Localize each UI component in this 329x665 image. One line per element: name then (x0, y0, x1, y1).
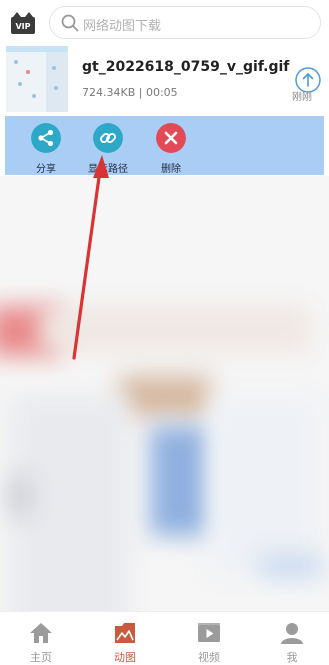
delete-label: 删除 (161, 164, 181, 175)
blurred-content-area (0, 176, 329, 611)
file-thumbnail[interactable] (6, 46, 68, 112)
delete-button[interactable]: 删除 (141, 123, 201, 175)
show-path-label: 显示路径 (88, 164, 128, 175)
share-button[interactable]: 分享 (16, 123, 76, 175)
nav-gif-label: 动图 (114, 651, 136, 664)
nav-me[interactable]: 我 (262, 616, 322, 664)
nav-me-label: 我 (286, 651, 298, 664)
nav-video-label: 视频 (198, 651, 220, 664)
nav-home-label: 主页 (30, 651, 52, 664)
vip-icon[interactable]: VIP (10, 10, 36, 36)
svg-text:VIP: VIP (15, 22, 30, 31)
search-bar[interactable]: 网络动图下载 (49, 6, 321, 39)
nav-home[interactable]: 主页 (11, 616, 71, 664)
share-label: 分享 (36, 164, 56, 175)
nav-gif[interactable]: 动图 (95, 616, 155, 664)
file-name: gt_2022618_0759_v_gif.gif (82, 59, 290, 75)
image-gallery-icon (115, 623, 135, 643)
file-meta: 724.34KB | 00:05 (82, 86, 178, 99)
share-icon (31, 123, 61, 153)
show-path-button[interactable]: 显示路径 (78, 123, 138, 175)
nav-video[interactable]: 视频 (179, 616, 239, 664)
modified-time: 刚刚 (292, 92, 312, 103)
bottom-navigation: 主页 动图 视频 我 (0, 611, 329, 664)
close-icon (156, 123, 186, 153)
file-action-bar: 分享 显示路径 删除 (5, 116, 324, 175)
link-icon (93, 123, 123, 153)
user-icon (281, 623, 303, 644)
search-placeholder: 网络动图下载 (83, 19, 162, 34)
home-icon (30, 623, 52, 643)
top-bar: VIP 网络动图下载 (0, 0, 329, 46)
video-play-icon (198, 623, 220, 642)
search-icon (61, 14, 79, 32)
file-list-item[interactable]: gt_2022618_0759_v_gif.gif 724.34KB | 00:… (6, 46, 323, 116)
